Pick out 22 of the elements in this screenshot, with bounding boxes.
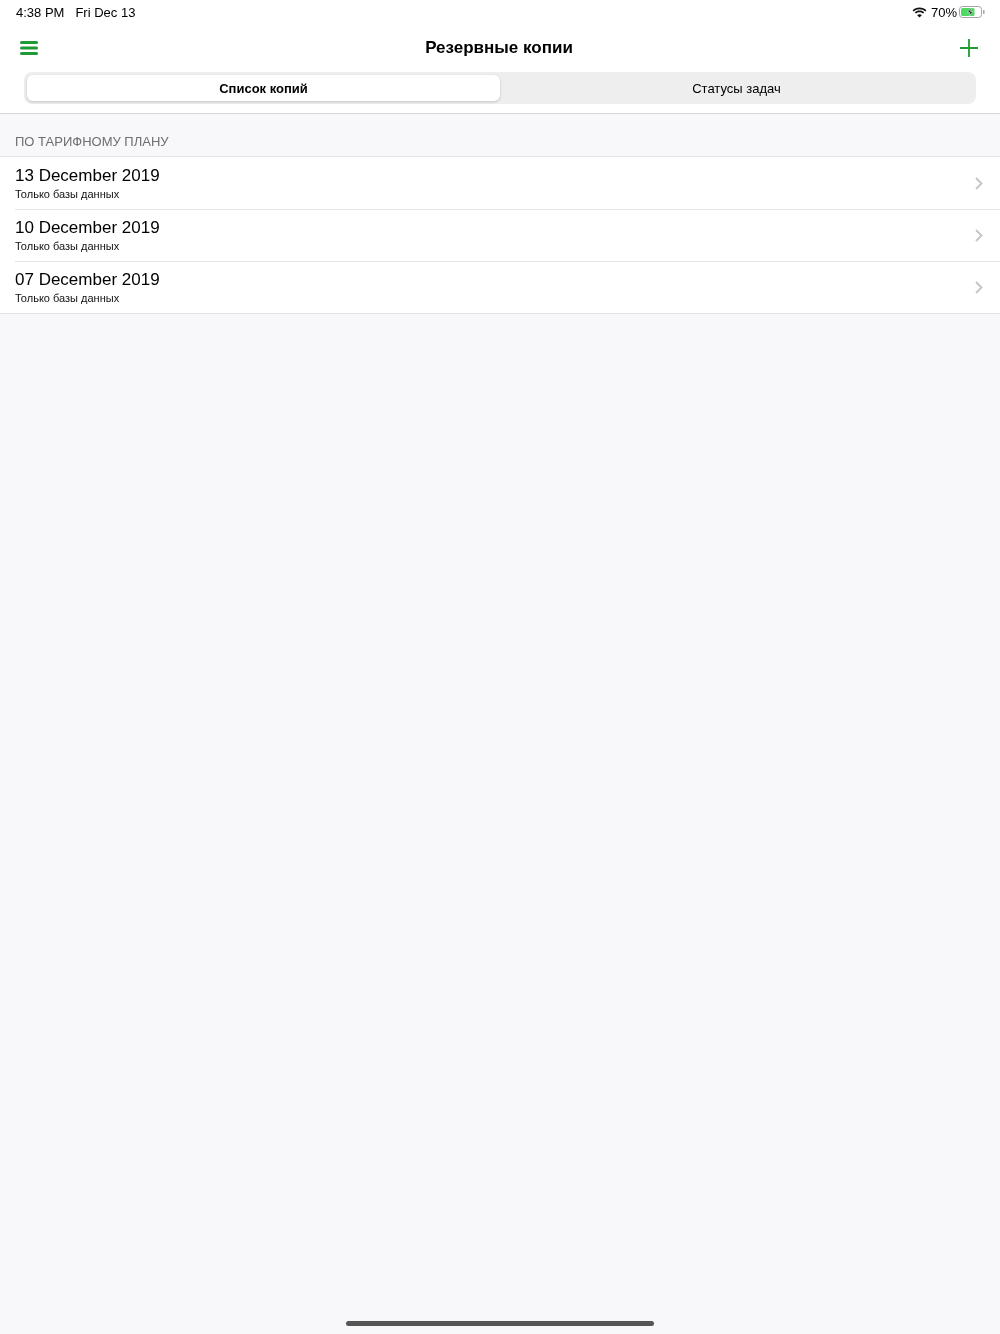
status-date: Fri Dec 13: [75, 4, 136, 20]
battery-percentage: 70%: [930, 4, 957, 20]
section-header: ПО ТАРИФНОМУ ПЛАНУ: [15, 134, 169, 150]
backup-row[interactable]: 13 December 2019 Только базы данных: [0, 157, 1000, 209]
screen-title: Резервные копии: [425, 38, 573, 58]
tab[interactable]: Статусы задач: [500, 75, 973, 101]
status-time: 4:38 PM: [16, 4, 65, 20]
backup-row[interactable]: 10 December 2019 Только базы данных: [0, 209, 1000, 261]
backup-date: 13 December 2019: [15, 165, 161, 186]
add-icon[interactable]: [960, 39, 978, 57]
chevron-icon: [975, 176, 983, 190]
chevron-icon: [975, 281, 983, 294]
backup-date: 10 December 2019: [15, 218, 161, 238]
chevron-icon: [975, 229, 983, 242]
menu-icon[interactable]: [20, 41, 38, 55]
backup-date: 07 December 2019: [15, 270, 161, 290]
backup-description: Только базы данных: [15, 291, 121, 305]
backup-description: Только базы данных: [15, 186, 121, 201]
backup-row[interactable]: 07 December 2019 Только базы данных: [0, 261, 1000, 313]
wifi-icon: [911, 6, 927, 18]
tab[interactable]: Список копий: [27, 75, 500, 101]
backup-description: Только базы данных: [15, 239, 121, 253]
